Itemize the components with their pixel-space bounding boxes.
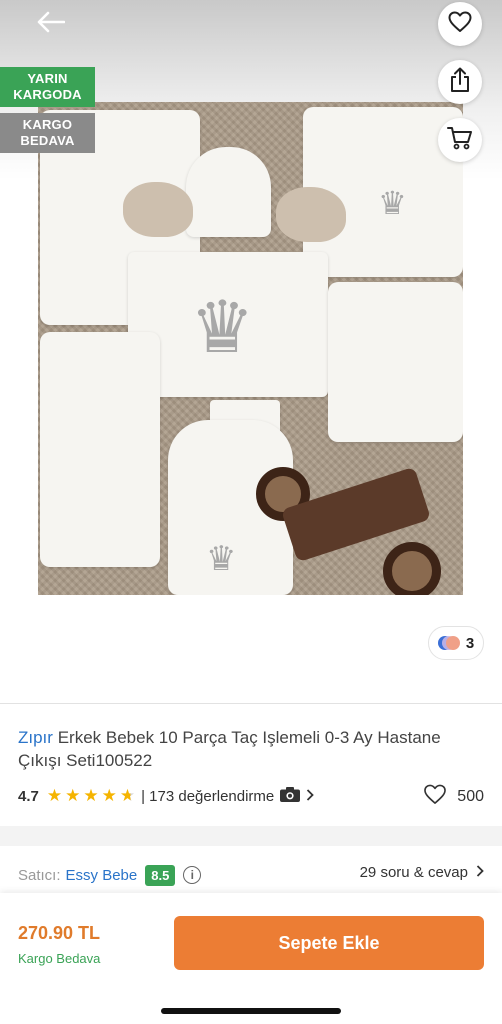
photo-elephant-right bbox=[276, 187, 346, 242]
photo-mittens bbox=[328, 282, 463, 442]
favorite-button[interactable] bbox=[438, 2, 482, 46]
product-name: Erkek Bebek 10 Parça Taç Işlemeli 0-3 Ay… bbox=[18, 728, 441, 770]
add-to-cart-button[interactable]: Sepete Ekle bbox=[174, 916, 484, 970]
color-options-chip[interactable]: 3 bbox=[428, 626, 484, 660]
rating-stars: ★ ★ ★ ★ ★ bbox=[47, 786, 135, 806]
seller-label: Satıcı: bbox=[18, 866, 61, 884]
chevron-right-icon bbox=[306, 788, 315, 805]
product-photo[interactable]: ♛ ♛ ♛ bbox=[38, 102, 463, 595]
rating-row: 4.7 ★ ★ ★ ★ ★ | 173 değerlendirme 500 bbox=[18, 784, 484, 808]
favorite-count-value: 500 bbox=[457, 788, 484, 805]
free-shipping-badge: KARGO BEDAVA bbox=[0, 113, 95, 153]
info-icon[interactable]: i bbox=[183, 866, 202, 884]
price: 270.90 TL bbox=[18, 923, 101, 943]
rating-score: 4.7 bbox=[18, 787, 39, 805]
cart-icon bbox=[447, 126, 473, 155]
share-icon bbox=[449, 67, 471, 98]
badge-text-line1: KARGO bbox=[22, 117, 73, 132]
star-half-icon: ★ bbox=[119, 786, 136, 805]
product-title: Zıpır Erkek Bebek 10 Parça Taç Işlemeli … bbox=[18, 726, 488, 772]
questions-answers-link[interactable]: 29 soru & cevap bbox=[360, 864, 484, 881]
photo-crown-bib: ♛ bbox=[206, 540, 237, 578]
photo-crown-small: ♛ bbox=[378, 185, 407, 221]
reviews-link[interactable]: | 173 değerlendirme bbox=[141, 786, 315, 807]
star-icon: ★ bbox=[65, 786, 81, 805]
chevron-right-icon bbox=[476, 864, 484, 881]
share-button[interactable] bbox=[438, 60, 482, 104]
heart-outline-icon bbox=[423, 784, 447, 810]
home-indicator[interactable] bbox=[161, 1008, 341, 1014]
photo-hat bbox=[186, 147, 271, 237]
color-dots-icon bbox=[437, 636, 460, 650]
seller-name-link[interactable]: Essy Bebe bbox=[66, 867, 138, 884]
bottom-purchase-bar: 270.90 TL Kargo Bedava Sepete Ekle bbox=[0, 893, 502, 1024]
cart-button[interactable] bbox=[438, 118, 482, 162]
star-icon: ★ bbox=[101, 786, 117, 805]
photo-bodysuit-bottom-left bbox=[40, 332, 160, 567]
badge-text-line2: KARGODA bbox=[13, 87, 82, 102]
free-shipping-label: Kargo Bedava bbox=[18, 951, 101, 966]
star-icon: ★ bbox=[46, 786, 63, 805]
next-day-shipping-badge: YARIN KARGODA bbox=[0, 67, 95, 107]
brand-link[interactable]: Zıpır bbox=[18, 728, 53, 747]
photo-toy-motorbike-front-wheel bbox=[383, 542, 441, 595]
favorite-count[interactable]: 500 bbox=[423, 784, 484, 810]
section-separator bbox=[0, 826, 502, 846]
review-count: | 173 değerlendirme bbox=[141, 787, 275, 805]
photo-elephant-left bbox=[123, 182, 193, 237]
heart-icon bbox=[448, 11, 472, 38]
badge-text-line2: BEDAVA bbox=[20, 133, 75, 148]
qa-text: 29 soru & cevap bbox=[359, 864, 468, 881]
back-button[interactable] bbox=[32, 8, 70, 40]
arrow-left-icon bbox=[37, 11, 66, 38]
star-icon: ★ bbox=[83, 786, 99, 805]
seller-row: Satıcı: Essy Bebe 8.5 i 29 soru & cevap bbox=[18, 862, 484, 888]
seller-score-badge: 8.5 bbox=[145, 864, 176, 886]
camera-icon bbox=[279, 786, 301, 807]
photo-crown-large: ♛ bbox=[190, 288, 255, 368]
badge-text-line1: YARIN bbox=[27, 71, 68, 86]
section-divider bbox=[0, 703, 502, 704]
color-count: 3 bbox=[465, 634, 475, 652]
